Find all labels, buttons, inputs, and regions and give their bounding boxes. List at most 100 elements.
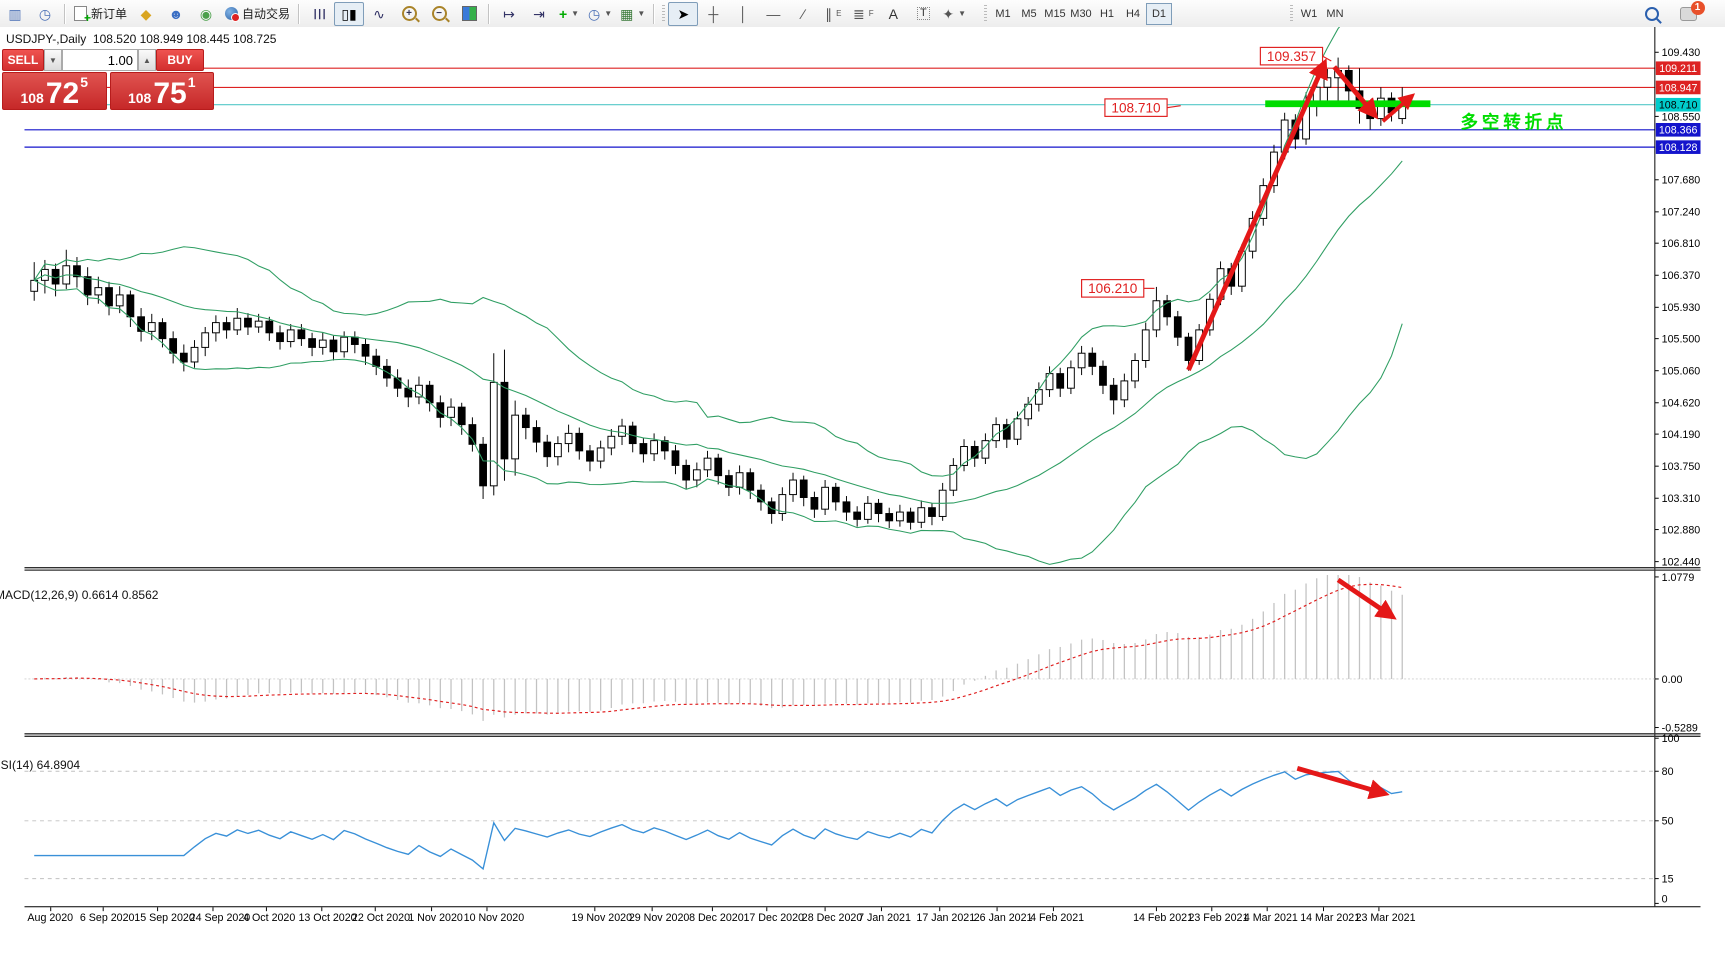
toolbar-separator <box>653 4 655 24</box>
toolbar-grip <box>984 5 987 23</box>
toolbar-separator <box>298 4 300 24</box>
svg-text:26 Jan 2021: 26 Jan 2021 <box>974 912 1033 924</box>
toolbar-grip <box>662 5 665 23</box>
svg-text:29 Nov 2020: 29 Nov 2020 <box>629 912 690 924</box>
svg-text:105.060: 105.060 <box>1662 366 1701 378</box>
fibonacci-tool-button[interactable]: ≣F <box>848 2 878 26</box>
periods-button[interactable]: ◷▼ <box>584 2 616 26</box>
svg-text:108.710: 108.710 <box>1659 100 1698 112</box>
auto-scroll-button[interactable]: ↦ <box>494 2 524 26</box>
text-label-tool-button[interactable]: T <box>908 2 938 26</box>
metaeditor-icon: ◆ <box>141 7 152 21</box>
svg-text:28 Dec 2020: 28 Dec 2020 <box>802 912 863 924</box>
vertical-line-tool-button[interactable]: │ <box>728 2 758 26</box>
text-tool-button[interactable]: A <box>878 2 908 26</box>
add-indicator-icon: + <box>559 7 567 21</box>
templates-button[interactable]: ▦▼ <box>616 2 649 26</box>
svg-text:109.357: 109.357 <box>1267 49 1316 64</box>
svg-text:102.880: 102.880 <box>1662 524 1701 536</box>
chart-canvas[interactable]: Aug 20206 Sep 202015 Sep 202024 Sep 2020… <box>0 27 1725 951</box>
tab-timeframe-M1[interactable]: M1 <box>990 3 1016 25</box>
svg-text:107.240: 107.240 <box>1662 207 1701 219</box>
sell-button[interactable]: SELL <box>2 49 44 71</box>
sell-price-panel[interactable]: 108725 <box>2 72 107 110</box>
svg-text:103.310: 103.310 <box>1662 493 1701 505</box>
crosshair-icon: ┼ <box>708 7 718 21</box>
horizontal-line-tool-button[interactable]: — <box>758 2 788 26</box>
text-label-icon: T <box>917 7 930 20</box>
auto-scroll-icon: ↦ <box>503 7 515 21</box>
tick-chart-button[interactable]: ◷ <box>30 2 60 26</box>
timeframe-group: M1M5M15M30H1H4D1 <box>990 3 1172 25</box>
svg-text:109.211: 109.211 <box>1659 63 1697 75</box>
bar-chart-mode-button[interactable]: ☰ <box>304 2 334 26</box>
main-toolbar: ▥ ◷ 新订单 ◆ ☻ ◉ 自动交易 ☰ ▯▮ ∿ + − ↦ ⇥ +▼ ◷▼ … <box>0 0 1725 28</box>
svg-text:80: 80 <box>1662 766 1674 778</box>
zoom-in-button[interactable]: + <box>394 2 424 26</box>
autotrading-icon <box>225 7 238 20</box>
volume-increase-stepper[interactable]: ▲ <box>138 49 156 71</box>
chart-svg: Aug 20206 Sep 202015 Sep 202024 Sep 2020… <box>0 27 1725 951</box>
crosshair-tool-button[interactable]: ┼ <box>698 2 728 26</box>
signals-button[interactable]: ◉ <box>191 2 221 26</box>
svg-text:0.00: 0.00 <box>1662 674 1683 686</box>
sell-price-sup: 5 <box>80 75 88 89</box>
notifications-button[interactable]: 1 <box>1673 2 1703 26</box>
channel-icon: ∥ <box>825 7 832 21</box>
tab-timeframe-H1[interactable]: H1 <box>1094 3 1120 25</box>
market-watch-button[interactable]: ☻ <box>161 2 191 26</box>
svg-text:107.680: 107.680 <box>1662 175 1701 187</box>
new-order-button[interactable]: 新订单 <box>70 2 131 26</box>
tab-timeframe-M30[interactable]: M30 <box>1068 3 1094 25</box>
dropdown-arrow-icon: ▼ <box>958 10 966 18</box>
svg-text:105.500: 105.500 <box>1662 334 1701 346</box>
buy-price-sup: 1 <box>188 75 196 89</box>
tab-timeframe-W1[interactable]: W1 <box>1296 3 1322 25</box>
metaeditor-button[interactable]: ◆ <box>131 2 161 26</box>
buy-price-prefix: 108 <box>128 91 151 106</box>
volume-decrease-stepper[interactable]: ▼ <box>44 49 62 71</box>
svg-text:105.930: 105.930 <box>1662 302 1701 314</box>
tab-timeframe-D1[interactable]: D1 <box>1146 3 1172 25</box>
shapes-tool-button[interactable]: ✦▼ <box>938 2 970 26</box>
periods-clock-icon: ◷ <box>588 7 600 21</box>
svg-text:109.430: 109.430 <box>1662 47 1701 59</box>
chart-window-button[interactable]: ▥ <box>0 2 30 26</box>
svg-text:104.620: 104.620 <box>1662 398 1701 410</box>
autotrading-button[interactable]: 自动交易 <box>221 2 294 26</box>
candlestick-mode-button[interactable]: ▯▮ <box>334 2 364 26</box>
notification-badge: 1 <box>1691 1 1705 15</box>
tab-timeframe-MN[interactable]: MN <box>1322 3 1348 25</box>
svg-text:17 Dec 2020: 17 Dec 2020 <box>743 912 804 924</box>
chart-shift-button[interactable]: ⇥ <box>524 2 554 26</box>
trendline-icon: ∕ <box>802 7 804 21</box>
volume-input[interactable] <box>62 49 138 71</box>
tile-windows-button[interactable] <box>454 2 484 26</box>
horizontal-line-icon: — <box>766 7 780 21</box>
trendline-tool-button[interactable]: ∕ <box>788 2 818 26</box>
tab-timeframe-H4[interactable]: H4 <box>1120 3 1146 25</box>
channel-tool-button[interactable]: ∥E <box>818 2 848 26</box>
svg-text:108.366: 108.366 <box>1659 125 1698 137</box>
svg-text:108.947: 108.947 <box>1659 82 1698 94</box>
svg-text:106.370: 106.370 <box>1662 270 1701 282</box>
text-icon: A <box>889 7 898 21</box>
tab-timeframe-M5[interactable]: M5 <box>1016 3 1042 25</box>
svg-text:多空转折点: 多空转折点 <box>1461 112 1568 132</box>
cursor-tool-button[interactable]: ➤ <box>668 2 698 26</box>
buy-price-panel[interactable]: 108751 <box>110 72 215 110</box>
svg-text:100: 100 <box>1662 733 1680 745</box>
svg-text:103.750: 103.750 <box>1662 461 1701 473</box>
svg-text:106.810: 106.810 <box>1662 238 1701 250</box>
tab-timeframe-M15[interactable]: M15 <box>1042 3 1068 25</box>
toolbar-separator <box>64 4 66 24</box>
indicators-button[interactable]: +▼ <box>554 2 584 26</box>
buy-button[interactable]: BUY <box>156 49 204 71</box>
line-chart-mode-button[interactable]: ∿ <box>364 2 394 26</box>
svg-text:102.440: 102.440 <box>1662 557 1701 569</box>
shapes-icon: ✦ <box>942 7 954 21</box>
zoom-out-button[interactable]: − <box>424 2 454 26</box>
search-button[interactable] <box>1637 2 1667 26</box>
chart-symbol-period: USDJPY-,Daily <box>6 32 86 46</box>
tile-windows-icon <box>462 6 477 21</box>
